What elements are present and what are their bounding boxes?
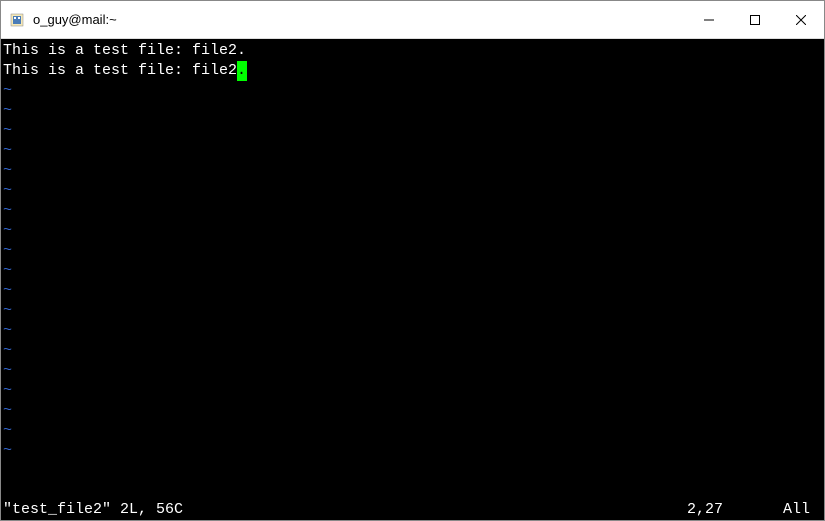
window-title: o_guy@mail:~	[33, 12, 686, 27]
empty-line-marker: ~	[3, 341, 824, 361]
close-button[interactable]	[778, 1, 824, 38]
empty-line-marker: ~	[3, 181, 824, 201]
terminal-area[interactable]: This is a test file: file2. This is a te…	[1, 39, 824, 520]
line-content: This is a test file: file2	[3, 62, 237, 79]
empty-line-marker: ~	[3, 301, 824, 321]
empty-line-marker: ~	[3, 281, 824, 301]
maximize-button[interactable]	[732, 1, 778, 38]
empty-line-marker: ~	[3, 421, 824, 441]
empty-line-marker: ~	[3, 241, 824, 261]
status-position: 2,27	[687, 500, 783, 520]
empty-line-marker: ~	[3, 221, 824, 241]
empty-line-marker: ~	[3, 361, 824, 381]
titlebar[interactable]: o_guy@mail:~	[1, 1, 824, 39]
cursor: .	[237, 61, 247, 81]
line-content: This is a test file: file2.	[3, 42, 246, 59]
empty-line-marker: ~	[3, 441, 824, 461]
empty-line-marker: ~	[3, 401, 824, 421]
window-controls	[686, 1, 824, 38]
empty-line-marker: ~	[3, 201, 824, 221]
empty-line-marker: ~	[3, 141, 824, 161]
text-line: This is a test file: file2.	[3, 61, 824, 81]
status-filename: "test_file2" 2L, 56C	[3, 500, 183, 520]
empty-line-marker: ~	[3, 321, 824, 341]
app-icon	[9, 12, 25, 28]
minimize-button[interactable]	[686, 1, 732, 38]
empty-line-marker: ~	[3, 101, 824, 121]
empty-line-marker: ~	[3, 261, 824, 281]
status-view: All	[783, 500, 822, 520]
text-line: This is a test file: file2.	[3, 41, 824, 61]
empty-line-marker: ~	[3, 81, 824, 101]
empty-line-marker: ~	[3, 381, 824, 401]
empty-line-marker: ~	[3, 161, 824, 181]
empty-line-marker: ~	[3, 121, 824, 141]
vim-status-line: "test_file2" 2L, 56C 2,27 All	[3, 500, 822, 520]
terminal-window: o_guy@mail:~ This is a test file: file2.…	[0, 0, 825, 521]
status-spacer	[183, 500, 687, 520]
